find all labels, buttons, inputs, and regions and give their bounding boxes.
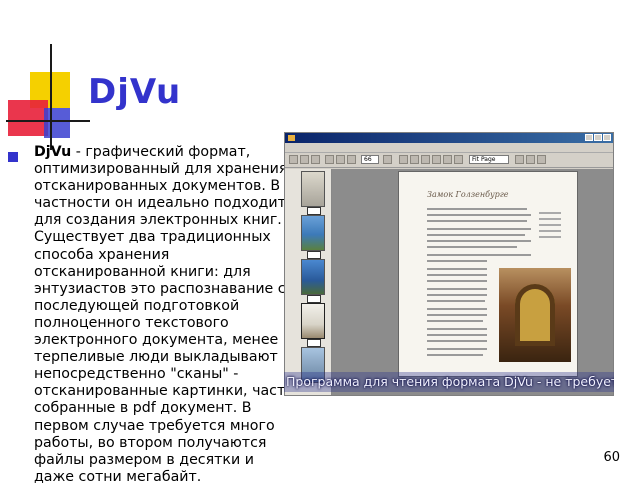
- last-page-icon: [383, 155, 392, 164]
- slide-page-number: 60: [603, 450, 620, 465]
- first-page-icon: [325, 155, 334, 164]
- open-icon: [289, 155, 298, 164]
- viewer-menubar: [285, 143, 613, 153]
- thumbnail-label: [307, 251, 321, 259]
- body-term: DjVu: [34, 144, 72, 160]
- red-square: [8, 100, 48, 136]
- thumbnail-label: [307, 207, 321, 215]
- close-icon: [603, 134, 611, 141]
- text-line: [427, 328, 487, 330]
- vertical-line: [50, 44, 52, 150]
- save-icon: [300, 155, 309, 164]
- text-line: [427, 348, 487, 350]
- text-line: [427, 274, 487, 276]
- rotate-icon: [515, 155, 524, 164]
- body-paragraph: DjVu - графический формат, оптимизирован…: [34, 144, 296, 486]
- document-page: Замок Голзенбурге: [398, 171, 578, 377]
- text-line: [427, 300, 485, 302]
- next-page-icon: [347, 155, 356, 164]
- text-line: [427, 260, 487, 262]
- viewer-toolbar: 66 Fit Page: [285, 153, 613, 168]
- thumbnail-3: [301, 259, 325, 295]
- maximize-icon: [594, 134, 602, 141]
- thumbnail-2: [301, 215, 325, 251]
- text-line: [427, 334, 487, 336]
- page-view-area: Замок Голзенбурге: [332, 169, 613, 395]
- text-line: [427, 320, 483, 322]
- zoom-select: Fit Page: [469, 155, 509, 164]
- sidenote-line: [539, 212, 561, 214]
- body-description: - графический формат, оптимизированный д…: [34, 144, 294, 485]
- sidenote-line: [539, 236, 561, 238]
- text-line: [427, 228, 531, 230]
- text-line: [427, 280, 487, 282]
- sidenote-line: [539, 224, 561, 226]
- decorative-logo: [0, 0, 90, 150]
- text-line: [427, 268, 487, 270]
- text-line: [427, 294, 487, 296]
- text-line: [427, 220, 527, 222]
- text-line: [427, 340, 487, 342]
- text-line: [427, 254, 531, 256]
- text-line: [427, 208, 527, 210]
- sidenote-line: [539, 230, 561, 232]
- page-number-field: 66: [361, 155, 379, 164]
- text-line: [427, 246, 517, 248]
- thumbnail-label: [307, 295, 321, 303]
- horizontal-line: [6, 120, 90, 122]
- hand-tool-icon: [421, 155, 430, 164]
- blue-square: [44, 108, 70, 138]
- slide-title: DjVu: [88, 72, 182, 112]
- text-line: [427, 234, 525, 236]
- window-controls: [584, 134, 611, 145]
- thumbnail-panel: [285, 169, 332, 395]
- viewer-titlebar: [285, 133, 613, 143]
- text-line: [427, 354, 483, 356]
- text-line: [427, 308, 487, 310]
- fit-page-icon: [454, 155, 463, 164]
- minimize-icon: [585, 134, 593, 141]
- prev-page-icon: [336, 155, 345, 164]
- app-icon: [288, 135, 295, 141]
- bullet-marker: [8, 152, 18, 162]
- find-icon: [526, 155, 535, 164]
- text-line: [427, 214, 531, 216]
- text-line: [427, 288, 487, 290]
- print-icon: [311, 155, 320, 164]
- sidenote-line: [539, 218, 561, 220]
- help-icon: [537, 155, 546, 164]
- thumbnail-1: [301, 171, 325, 207]
- zoom-out-icon: [410, 155, 419, 164]
- thumbnail-4: [301, 303, 325, 339]
- church-organ-photo: [499, 268, 571, 362]
- screenshot-caption: Программа для чтения формата DjVu - не т…: [284, 372, 614, 392]
- fit-width-icon: [443, 155, 452, 164]
- zoom-in-icon: [399, 155, 408, 164]
- select-tool-icon: [432, 155, 441, 164]
- thumbnail-label: [307, 339, 321, 347]
- organ-arch: [515, 284, 555, 346]
- page-heading-image: Замок Голзенбурге: [427, 190, 509, 199]
- djvu-viewer-screenshot: 66 Fit Page Замок Голзенбурге: [284, 132, 614, 396]
- text-line: [427, 314, 487, 316]
- text-line: [427, 240, 531, 242]
